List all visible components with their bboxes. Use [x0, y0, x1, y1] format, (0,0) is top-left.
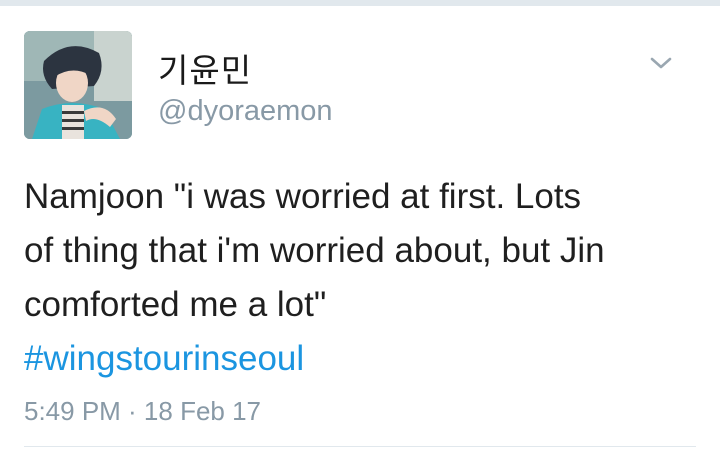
tweet-text-line: of thing that i'm worried about, but Jin — [24, 231, 605, 270]
display-name[interactable]: 기윤민 — [158, 44, 252, 92]
tweet-text: Namjoon "i was worried at first. Lots of… — [24, 170, 704, 386]
tweet-card: 기윤민 @dyoraemon Namjoon "i was worried at… — [0, 6, 720, 449]
tweet-text-line: comforted me a lot" — [24, 285, 327, 324]
avatar[interactable] — [24, 31, 132, 139]
tweet-text-line: Namjoon "i was worried at first. Lots — [24, 177, 582, 216]
chevron-down-icon[interactable] — [648, 54, 674, 72]
avatar-image — [24, 31, 132, 139]
user-handle[interactable]: @dyoraemon — [158, 95, 333, 128]
hashtag-link[interactable]: #wingstourinseoul — [24, 332, 704, 386]
bottom-divider — [24, 446, 696, 447]
tweet-timestamp[interactable]: 5:49 PM · 18 Feb 17 — [24, 396, 261, 427]
